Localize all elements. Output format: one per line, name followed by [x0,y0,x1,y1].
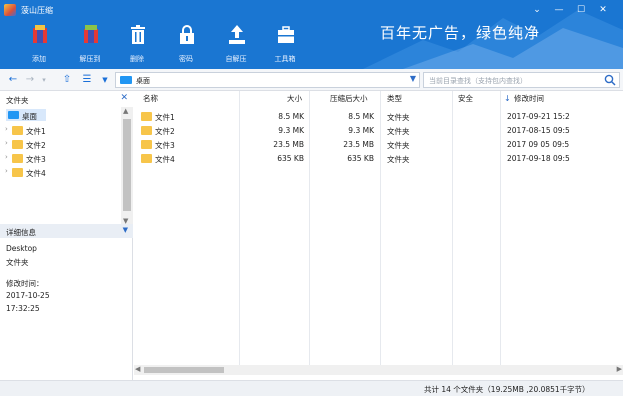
folder-icon [12,168,23,177]
scroll-right-icon[interactable]: ▶ [617,365,622,373]
top-toolbar: 菠山压缩 ⌄ — ☐ ✕ 百年无广告，绿色纯净 添加 解压到 删除 密码 自解压… [0,0,623,69]
horizontal-scrollbar[interactable]: ◀ ▶ [134,365,623,375]
sort-desc-icon[interactable]: ↓ [504,91,511,107]
minimize-button[interactable]: — [552,3,566,17]
password-button[interactable]: 密码 [169,25,203,65]
back-arrow-icon[interactable]: ← [6,73,20,87]
tree-scrollbar[interactable]: ▲ ▼ [121,107,133,225]
folder-icon [141,112,152,121]
expand-arrow-icon[interactable]: › [5,153,8,161]
expand-arrow-icon[interactable]: › [5,139,8,147]
desktop-icon [120,76,132,84]
title-bar: 菠山压缩 ⌄ — ☐ ✕ [0,0,623,20]
folder-icon [12,140,23,149]
column-size[interactable]: 大小 [284,91,302,107]
column-modified[interactable]: 修改时间 [514,91,544,107]
view-list-icon[interactable]: ☰ [80,73,94,87]
status-bar: 共计 14 个文件夹（19.25MB ,20.0851千字节） [0,380,623,396]
toolbox-button[interactable]: 工具箱 [268,25,302,65]
address-text: 桌面 [136,77,150,85]
search-icon[interactable] [604,74,616,86]
delete-icon [131,25,145,44]
self-extract-icon [229,25,245,44]
detail-modified-label: 修改时间： [6,279,44,288]
desktop-icon [8,111,19,119]
search-input[interactable]: 当前目录查找（支持包内查找） [423,72,620,88]
close-button[interactable]: ✕ [596,3,610,17]
maximize-button[interactable]: ☐ [574,3,588,17]
tree-item-folder[interactable]: › 文件3 [0,152,121,165]
table-row[interactable]: 文件4 635 KB 635 KB 文件夹 2017-09-18 09:5 [134,152,623,166]
history-dropdown-icon[interactable]: ▾ [37,73,51,87]
tree-item-desktop[interactable]: 桌面 [6,109,46,121]
table-row[interactable]: 文件2 9.3 MK 9.3 MK 文件夹 2017-08-15 09:5 [134,124,623,138]
table-row[interactable]: 文件1 8.5 MK 8.5 MK 文件夹 2017-09-21 15:2 [134,110,623,124]
expand-arrow-icon[interactable]: › [5,125,8,133]
extract-to-icon [84,25,98,43]
folder-icon [12,154,23,163]
menu-icon[interactable]: ⌄ [530,3,544,17]
folder-icon [141,140,152,149]
tree-item-folder[interactable]: › 文件4 [0,166,121,179]
password-lock-icon [180,25,194,44]
address-bar[interactable]: 桌面 ▼ [115,72,420,88]
forward-arrow-icon[interactable]: → [23,73,37,87]
up-folder-icon[interactable]: ⇧ [60,73,74,87]
add-archive-icon [33,25,47,43]
app-title: 菠山压缩 [21,6,53,15]
toolbox-icon [278,26,294,43]
extract-to-button[interactable]: 解压到 [73,25,107,65]
app-logo-icon [4,4,16,16]
add-button[interactable]: 添加 [22,25,56,65]
status-text: 共计 14 个文件夹（19.25MB ,20.0851千字节） [424,385,590,394]
tree-item-folder[interactable]: › 文件1 [0,124,121,137]
tree-item-folder[interactable]: › 文件2 [0,138,121,151]
folder-panel: 文件夹 ✕ 桌面 › 文件1 › 文件2 › 文件3 › 文件4 ▲ ▼ 详细信… [0,91,133,380]
folder-panel-title: 文件夹 [6,96,29,105]
file-list: 名称 大小 压缩后大小 类型 安全 ↓ 修改时间 文件1 8.5 MK 8.5 … [134,91,623,380]
detail-panel-header[interactable]: 详细信息 ▼ [0,224,133,238]
folder-icon [12,126,23,135]
file-list-header: 名称 大小 压缩后大小 类型 安全 ↓ 修改时间 [134,91,623,107]
column-type[interactable]: 类型 [387,91,402,107]
column-packed-size[interactable]: 压缩后大小 [330,91,368,107]
folder-tree: 桌面 › 文件1 › 文件2 › 文件3 › 文件4 [0,107,121,219]
column-name[interactable]: 名称 [143,91,158,107]
detail-panel-title: 详细信息 [6,228,36,237]
close-panel-icon[interactable]: ✕ [120,93,128,103]
folder-icon [141,126,152,135]
collapse-icon[interactable]: ▼ [123,226,128,234]
table-row[interactable]: 文件3 23.5 MB 23.5 MB 文件夹 2017 09 05 09:5 [134,138,623,152]
scrollbar-thumb[interactable] [144,367,224,373]
delete-button[interactable]: 删除 [120,25,154,65]
detail-modified-time: 17:32:25 [6,304,40,313]
scroll-left-icon[interactable]: ◀ [135,365,140,373]
detail-name: Desktop [6,244,37,253]
self-extract-button[interactable]: 自解压 [219,25,253,65]
navigation-bar: ← → ▾ ⇧ ☰ ▼ 桌面 ▼ 当前目录查找（支持包内查找） [0,69,623,91]
folder-panel-header: 文件夹 ✕ [0,91,133,107]
detail-type: 文件夹 [6,258,29,267]
slogan: 百年无广告，绿色纯净 [380,24,541,42]
search-placeholder: 当前目录查找（支持包内查找） [429,77,527,85]
scrollbar-thumb[interactable] [123,119,131,211]
column-security[interactable]: 安全 [458,91,473,107]
expand-arrow-icon[interactable]: › [5,167,8,175]
folder-icon [141,154,152,163]
address-dropdown-icon[interactable]: ▼ [410,74,416,83]
scroll-up-icon[interactable]: ▲ [123,107,128,115]
detail-modified-date: 2017-10-25 [6,291,50,300]
view-dropdown-icon[interactable]: ▼ [98,73,112,87]
